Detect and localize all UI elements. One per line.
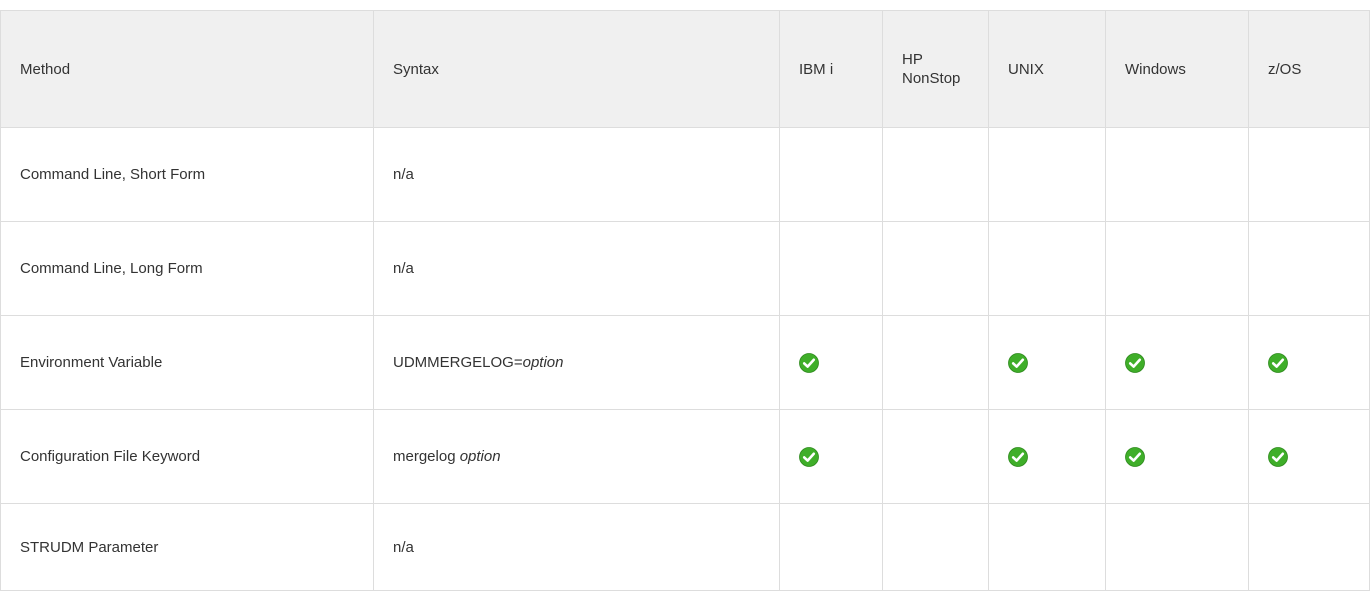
support-hp-nonstop-cell — [882, 315, 989, 410]
table-row: Configuration File Keyword mergelog opti… — [0, 409, 1370, 504]
support-ibm-i-cell — [779, 221, 883, 316]
support-ibm-i-cell — [779, 127, 883, 222]
support-windows-cell — [1105, 221, 1249, 316]
table-row: Command Line, Long Form n/a — [0, 221, 1370, 316]
syntax-text: mergelog — [393, 448, 460, 465]
support-hp-nonstop-cell — [882, 127, 989, 222]
header-syntax: Syntax — [373, 10, 780, 128]
support-unix-cell — [988, 127, 1106, 222]
method-label: Environment Variable — [20, 354, 163, 371]
method-cell: Environment Variable — [0, 315, 374, 410]
check-circle-icon — [1268, 352, 1288, 373]
support-windows-cell — [1105, 503, 1249, 591]
table-row: STRUDM Parameter n/a — [0, 503, 1370, 591]
support-zos-cell — [1248, 503, 1370, 591]
method-cell: Command Line, Long Form — [0, 221, 374, 316]
syntax-text: n/a — [393, 538, 414, 556]
method-label: Configuration File Keyword — [20, 448, 201, 465]
header-hp-nonstop: HP NonStop — [882, 10, 989, 128]
support-zos-cell — [1248, 409, 1370, 504]
support-unix-cell — [988, 221, 1106, 316]
syntax-cell: n/a — [373, 503, 780, 591]
support-hp-nonstop-cell — [882, 221, 989, 316]
syntax-cell: mergelog option — [373, 409, 780, 504]
syntax-option: option — [522, 354, 564, 371]
check-circle-icon — [799, 446, 819, 467]
syntax-text: n/a — [393, 166, 414, 183]
header-ibm-i: IBM i — [779, 10, 883, 128]
check-circle-icon — [799, 352, 819, 373]
support-ibm-i-cell — [779, 315, 883, 410]
header-method: Method — [0, 10, 374, 128]
support-zos-cell — [1248, 127, 1370, 222]
header-unix: UNIX — [988, 10, 1106, 128]
support-zos-cell — [1248, 315, 1370, 410]
support-windows-cell — [1105, 315, 1249, 410]
header-row: Method Syntax IBM i HP NonStop UNIX Wind… — [0, 10, 1370, 128]
syntax-option: option — [459, 448, 501, 465]
method-label: STRUDM Parameter — [20, 538, 159, 556]
method-cell: STRUDM Parameter — [0, 503, 374, 591]
support-zos-cell — [1248, 221, 1370, 316]
method-cell: Configuration File Keyword — [0, 409, 374, 504]
support-unix-cell — [988, 409, 1106, 504]
syntax-text: n/a — [393, 260, 414, 277]
syntax-cell: n/a — [373, 221, 780, 316]
method-label: Command Line, Short Form — [20, 166, 206, 183]
table-body: Command Line, Short Form n/a Command Lin… — [0, 127, 1370, 591]
check-circle-icon — [1125, 446, 1145, 467]
method-label: Command Line, Long Form — [20, 260, 203, 277]
support-hp-nonstop-cell — [882, 409, 989, 504]
check-circle-icon — [1125, 352, 1145, 373]
check-circle-icon — [1008, 352, 1028, 373]
support-windows-cell — [1105, 127, 1249, 222]
check-circle-icon — [1268, 446, 1288, 467]
table-row: Environment Variable UDMMERGELOG=option — [0, 315, 1370, 410]
table-row: Command Line, Short Form n/a — [0, 127, 1370, 222]
check-circle-icon — [1008, 446, 1028, 467]
support-hp-nonstop-cell — [882, 503, 989, 591]
syntax-cell: n/a — [373, 127, 780, 222]
support-ibm-i-cell — [779, 409, 883, 504]
support-ibm-i-cell — [779, 503, 883, 591]
syntax-text: UDMMERGELOG= — [393, 354, 523, 371]
options-table: Method Syntax IBM i HP NonStop UNIX Wind… — [0, 10, 1370, 591]
support-windows-cell — [1105, 409, 1249, 504]
support-unix-cell — [988, 315, 1106, 410]
header-windows: Windows — [1105, 10, 1249, 128]
syntax-cell: UDMMERGELOG=option — [373, 315, 780, 410]
support-unix-cell — [988, 503, 1106, 591]
header-zos: z/OS — [1248, 10, 1370, 128]
method-cell: Command Line, Short Form — [0, 127, 374, 222]
options-table-container: Method Syntax IBM i HP NonStop UNIX Wind… — [0, 10, 1370, 591]
